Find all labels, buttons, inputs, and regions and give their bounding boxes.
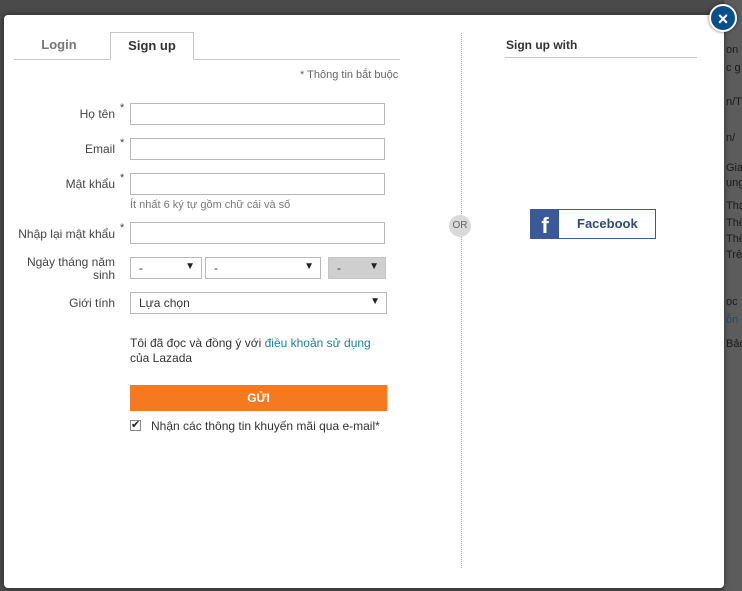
dropdown-arrow-icon: ▼ <box>304 261 314 272</box>
bg-snippet: Gia <box>726 162 742 174</box>
gender-label: Giới tính <box>69 296 115 310</box>
password-field[interactable] <box>130 173 385 195</box>
dob-label: Ngày tháng năm sinh <box>8 256 115 282</box>
password-label: Mật khẩu <box>65 177 115 191</box>
bg-snippet: ỗn <box>726 314 739 326</box>
or-badge: OR <box>449 215 471 237</box>
submit-button[interactable]: GỬI <box>130 385 387 411</box>
bg-snippet: on <box>726 44 739 56</box>
password-hint: Ít nhất 6 ký tự gồm chữ cái và số <box>130 199 291 211</box>
gender-value: Lựa chọn <box>139 296 190 310</box>
bg-snippet: ụng <box>726 177 742 189</box>
name-field[interactable] <box>130 103 385 125</box>
dob-month-select[interactable]: - ▼ <box>205 257 321 279</box>
newsletter-checkbox[interactable]: ✔ <box>130 420 141 431</box>
required-star: * <box>120 222 125 234</box>
facebook-label: Facebook <box>577 216 638 231</box>
background-page-right-edge: on c g n/T n/ Gia ụng Tha Thể Thể Trẻ ọc… <box>724 0 742 591</box>
bg-snippet: Bảc <box>726 338 742 350</box>
tab-signup[interactable]: Sign up <box>110 32 194 60</box>
facebook-signup-button[interactable]: f Facebook <box>530 209 656 239</box>
dob-month-value: - <box>214 261 218 275</box>
email-field[interactable] <box>130 138 385 160</box>
terms-prefix: Tôi đã đọc và đồng ý với <box>130 336 265 350</box>
terms-link[interactable]: điều khoản sử dụng <box>265 336 371 350</box>
newsletter-label: Nhận các thông tin khuyến mãi qua e-mail… <box>151 419 380 433</box>
dob-day-select[interactable]: - ▼ <box>130 257 202 279</box>
column-divider <box>461 33 462 568</box>
bg-snippet: Thể <box>726 217 742 229</box>
required-star: * <box>120 102 125 114</box>
dob-year-select[interactable]: - ▼ <box>328 257 386 279</box>
required-star: * <box>120 172 125 184</box>
name-label: Họ tên <box>79 107 115 121</box>
auth-tabs: Login Sign up <box>14 32 400 60</box>
social-heading-text: Sign up with <box>506 38 578 52</box>
dropdown-arrow-icon: ▼ <box>370 296 380 307</box>
close-icon[interactable]: × <box>709 4 737 32</box>
bg-snippet: c g <box>726 62 741 74</box>
confirm-password-label: Nhập lại mật khẩu <box>18 227 115 241</box>
terms-text: Tôi đã đọc và đồng ý với điều khoản sử d… <box>130 336 386 366</box>
social-heading: Sign up with <box>505 37 697 58</box>
bg-snippet: n/ <box>726 132 736 144</box>
dob-label-line2: sinh <box>92 268 115 282</box>
bg-snippet: Thể <box>726 233 742 245</box>
required-star: * <box>120 137 125 149</box>
dropdown-arrow-icon: ▼ <box>369 261 379 272</box>
confirm-password-field[interactable] <box>130 222 385 244</box>
bg-snippet: n/T <box>726 96 742 108</box>
signup-modal: Login Sign up * Thông tin bắt buộc Họ tê… <box>4 15 724 588</box>
bg-snippet: ọc <box>726 296 738 308</box>
dob-year-value: - <box>337 261 341 275</box>
tab-login[interactable]: Login <box>14 32 104 58</box>
gender-select[interactable]: Lựa chọn ▼ <box>130 292 387 314</box>
terms-suffix: của Lazada <box>130 351 193 365</box>
bg-snippet: Trẻ <box>726 249 742 261</box>
required-note: * Thông tin bắt buộc <box>300 69 399 81</box>
dob-day-value: - <box>139 261 143 275</box>
bg-snippet: Tha <box>726 200 742 212</box>
email-label: Email <box>84 142 115 156</box>
dropdown-arrow-icon: ▼ <box>185 261 195 272</box>
facebook-icon: f <box>531 210 559 238</box>
